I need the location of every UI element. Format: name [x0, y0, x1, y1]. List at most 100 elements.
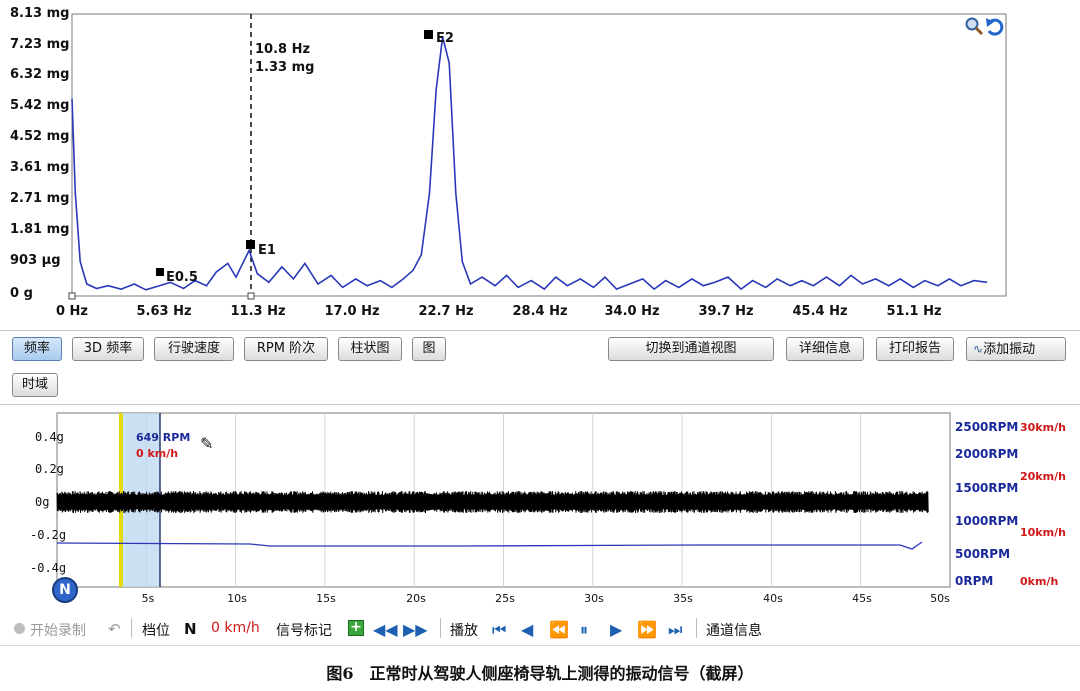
- x-tick-label: 45s: [852, 592, 872, 605]
- y-tick-label: 0.2g: [35, 462, 64, 476]
- skip-to-end-icon[interactable]: ⏭: [668, 620, 682, 640]
- kmh-tick-label: 20km/h: [1020, 470, 1066, 483]
- x-tick-label: 11.3 Hz: [230, 304, 286, 319]
- kmh-tick-label: 30km/h: [1020, 421, 1066, 434]
- x-tick-label: 5s: [141, 592, 155, 605]
- kmh-tick-label: 0km/h: [1020, 575, 1059, 588]
- marker-e05: [156, 268, 164, 276]
- marker-e05-label: E0.5: [166, 270, 198, 285]
- x-tick-label: 22.7 Hz: [418, 304, 474, 319]
- x-tick-label: 5.63 Hz: [136, 304, 192, 319]
- rpm-tick-label: 0RPM: [955, 574, 994, 588]
- y-tick-label: -0.2g: [30, 528, 67, 542]
- spectrum-plot: [68, 13, 1007, 300]
- separator: [696, 618, 697, 638]
- x-tick-label: 0 Hz: [55, 304, 89, 319]
- undo-icon[interactable]: ↶: [108, 620, 121, 638]
- y-tick-label: 8.13 mg: [10, 6, 70, 21]
- channel-info-button[interactable]: 通道信息: [706, 620, 762, 640]
- x-tick-label: 39.7 Hz: [698, 304, 754, 319]
- signal-mark-label: 信号标记: [276, 623, 332, 639]
- x-tick-label: 35s: [673, 592, 693, 605]
- marker-e2-label: E2: [436, 31, 454, 46]
- undo-zoom-icon[interactable]: [986, 18, 1004, 36]
- x-tick-label: 50s: [930, 592, 950, 605]
- y-tick-label: 3.61 mg: [10, 160, 70, 175]
- tab-rpm-order[interactable]: RPM 阶次: [244, 337, 328, 361]
- cursor-amplitude-readout: 1.33 mg: [255, 60, 315, 75]
- cursor-speed-readout: 0 km/h: [136, 447, 179, 460]
- tab-3d-frequency[interactable]: 3D 频率: [72, 337, 144, 361]
- x-tick-label: 20s: [406, 592, 426, 605]
- details-button[interactable]: 详细信息: [786, 337, 864, 361]
- separator: [440, 618, 441, 638]
- step-back-icon[interactable]: ◀: [521, 620, 533, 639]
- pause-icon[interactable]: ⏸: [580, 620, 588, 640]
- y-tick-label: 0.4g: [35, 430, 64, 444]
- gear-value: N: [184, 620, 197, 638]
- rpm-tick-label: 2000RPM: [955, 447, 1019, 461]
- rewind-icon[interactable]: ⏪: [549, 620, 569, 639]
- y-tick-label: 5.42 mg: [10, 98, 70, 113]
- tab-frequency[interactable]: 频率: [12, 337, 62, 361]
- y-tick-label: 2.71 mg: [10, 191, 70, 206]
- next-mark-icon[interactable]: ▶▶: [403, 620, 428, 639]
- print-report-button[interactable]: 打印报告: [876, 337, 954, 361]
- skip-to-start-icon[interactable]: ⏮: [492, 620, 506, 640]
- y-tick-label: 0g: [35, 495, 50, 509]
- y-tick-label: 903 µg: [10, 253, 61, 268]
- rpm-tick-label: 1500RPM: [955, 481, 1019, 495]
- record-icon[interactable]: [14, 623, 25, 634]
- rpm-tick-label: 1000RPM: [955, 514, 1019, 528]
- playback-label: 播放: [450, 623, 478, 639]
- add-vibration-button[interactable]: ∿添加振动: [966, 337, 1066, 361]
- speed-value: 0 km/h: [211, 620, 260, 636]
- x-tick-label: 51.1 Hz: [886, 304, 942, 319]
- tab-bar-chart[interactable]: 柱状图: [338, 337, 402, 361]
- x-tick-label: 15s: [316, 592, 336, 605]
- marker-e1: [246, 240, 255, 249]
- x-origin-handle: [68, 292, 76, 300]
- zoom-tools: [965, 17, 1004, 36]
- add-mark-icon[interactable]: +: [348, 620, 364, 636]
- x-tick-label: 25s: [495, 592, 515, 605]
- y-tick-label: 6.32 mg: [10, 67, 70, 82]
- fast-forward-icon[interactable]: ⏩: [637, 620, 657, 639]
- rpm-tick-label: 2500RPM: [955, 420, 1019, 434]
- figure-caption: 图6 正常时从驾驶人侧座椅导轨上测得的振动信号（截屏）: [326, 664, 754, 683]
- gear-badge: N: [52, 577, 78, 603]
- tab-time-domain[interactable]: 时域: [12, 373, 58, 397]
- cursor-rpm-readout: 649 RPM: [136, 431, 191, 444]
- pencil-icon[interactable]: ✎: [200, 434, 213, 453]
- x-tick-label: 10s: [227, 592, 247, 605]
- x-tick-label: 45.4 Hz: [792, 304, 848, 319]
- y-tick-label: 0 g: [10, 286, 33, 301]
- marker-e1-label: E1: [258, 243, 276, 258]
- x-tick-label: 17.0 Hz: [324, 304, 380, 319]
- previous-mark-icon[interactable]: ◀◀: [373, 620, 398, 639]
- y-tick-label: -0.4g: [30, 561, 67, 575]
- divider: [0, 645, 1080, 646]
- y-tick-label: 7.23 mg: [10, 37, 70, 52]
- zoom-icon[interactable]: [965, 17, 984, 36]
- rpm-tick-label: 500RPM: [955, 547, 1011, 561]
- start-recording-button[interactable]: 开始录制: [30, 620, 86, 640]
- x-tick-label: 30s: [584, 592, 604, 605]
- x-tick-label: 28.4 Hz: [512, 304, 568, 319]
- divider: [0, 330, 1080, 331]
- cursor-handle: [247, 292, 255, 300]
- spectrum-frame: [71, 13, 1007, 297]
- y-tick-label: 4.52 mg: [10, 129, 70, 144]
- cursor-frequency-readout: 10.8 Hz: [255, 42, 311, 57]
- tab-graph[interactable]: 图: [412, 337, 446, 361]
- x-tick-label: 40s: [763, 592, 783, 605]
- y-tick-label: 1.81 mg: [10, 222, 70, 237]
- separator: [131, 618, 132, 638]
- vibration-icon: ∿: [973, 342, 984, 356]
- tab-driving-speed[interactable]: 行驶速度: [154, 337, 234, 361]
- gear-label: 档位: [142, 623, 170, 639]
- switch-channel-view-button[interactable]: 切换到通道视图: [608, 337, 774, 361]
- add-vibration-label: 添加振动: [983, 342, 1036, 357]
- kmh-tick-label: 10km/h: [1020, 526, 1066, 539]
- play-icon[interactable]: ▶: [610, 620, 622, 639]
